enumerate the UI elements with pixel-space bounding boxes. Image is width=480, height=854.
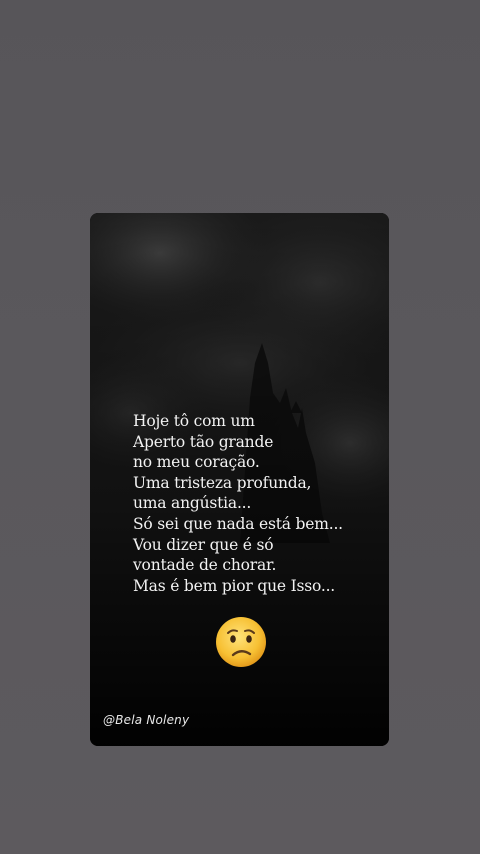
author-signature: @Bela Noleny (103, 713, 190, 727)
poem-line: no meu coração. (133, 453, 260, 472)
poem-line: Uma tristeza profunda, (133, 473, 312, 492)
poem-line: Mas é bem pior que Isso... (133, 576, 336, 595)
poem-line: Só sei que nada está bem... (133, 514, 343, 533)
poem-line: Hoje tô com um (133, 412, 255, 430)
poem-line: uma angústia... (133, 494, 252, 513)
poem-line: Vou dizer que é só (133, 535, 274, 554)
poem-line: vontade de chorar. (133, 556, 277, 575)
poem-line: Aperto tão grande (133, 432, 274, 451)
screen: { "screen": { "background_color": "#5856… (0, 0, 480, 854)
poem-text: Hoje tô com um Aperto tão grande no meu … (133, 411, 343, 596)
sad-face-icon (214, 615, 268, 669)
story-card[interactable]: Hoje tô com um Aperto tão grande no meu … (90, 213, 389, 746)
